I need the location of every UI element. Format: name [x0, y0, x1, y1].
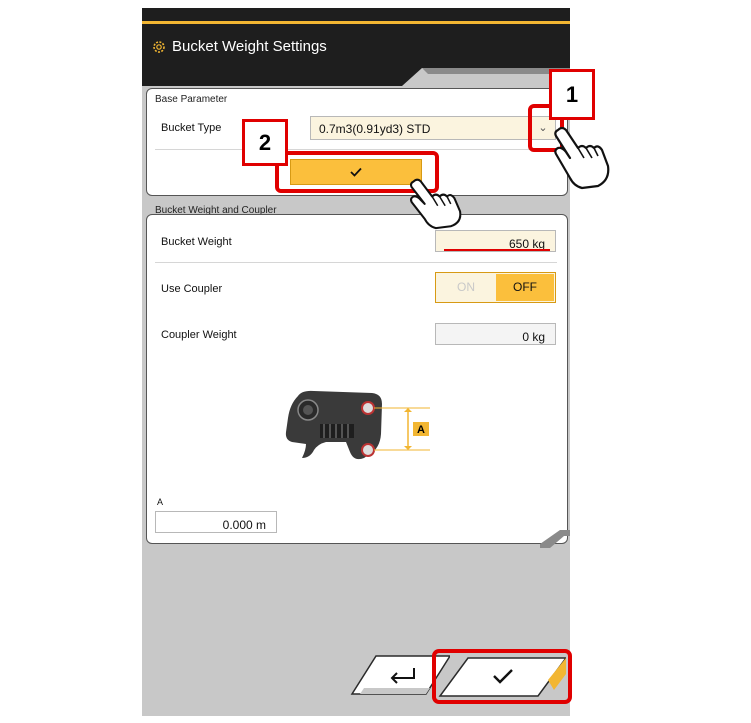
step-1-callout: 1	[549, 69, 595, 120]
bucket-weight-label: Bucket Weight	[161, 236, 232, 248]
dimension-a-value: 0.000 m	[155, 511, 277, 533]
use-coupler-toggle[interactable]: ON OFF	[435, 272, 556, 303]
coupler-weight-value: 0 kg	[435, 323, 556, 345]
separator	[155, 262, 557, 263]
base-parameter-title: Base Parameter	[155, 94, 228, 105]
toggle-off-option[interactable]: OFF	[496, 274, 554, 301]
diagram-dimension-a-label: A	[417, 424, 425, 436]
step-2-callout: 2	[242, 119, 288, 166]
pointer-hand-icon	[554, 126, 610, 190]
coupler-weight-label: Coupler Weight	[161, 329, 237, 341]
page-title: Bucket Weight Settings	[172, 38, 327, 55]
gear-icon	[153, 41, 165, 53]
dimension-a-label: A	[157, 497, 164, 507]
bucket-type-value: 0.7m3(0.91yd3) STD	[319, 122, 431, 136]
coupler-diagram: A	[285, 390, 430, 460]
separator	[155, 149, 557, 150]
bucket-type-label: Bucket Type	[161, 122, 222, 134]
use-coupler-label: Use Coupler	[161, 283, 223, 295]
toggle-on-option[interactable]: ON	[437, 274, 495, 301]
ok-button[interactable]	[438, 656, 566, 698]
pointer-hand-icon	[410, 178, 462, 230]
bucket-weight-underline	[444, 249, 550, 251]
bucket-weight-coupler-panel	[146, 214, 568, 544]
bucket-type-select[interactable]: 0.7m3(0.91yd3) STD ⌄	[310, 116, 556, 140]
header-bevel	[142, 68, 570, 88]
title-accent-line	[142, 21, 570, 24]
panel-corner-bevel	[540, 530, 570, 548]
